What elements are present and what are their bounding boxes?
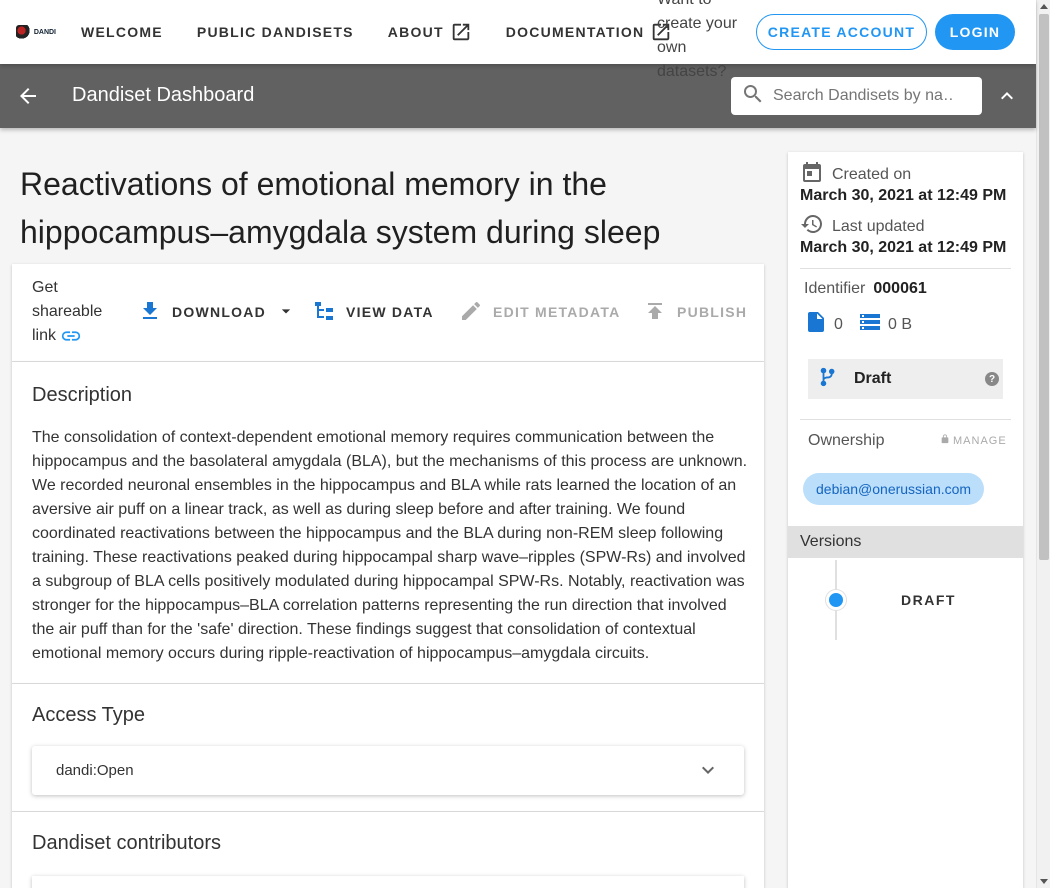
open-in-new-icon [450, 21, 472, 43]
nav-public-dandisets[interactable]: Public Dandisets [180, 24, 371, 40]
updated-date: March 30, 2021 at 12:49 PM [800, 239, 1007, 256]
search-box[interactable] [731, 77, 982, 115]
download-label: DOWNLOAD [172, 304, 266, 320]
search-input[interactable] [773, 87, 953, 105]
manage-label: MANAGE [953, 434, 1007, 447]
contributors-heading: Dandiset contributors [32, 832, 221, 854]
file-count: 0 [804, 310, 843, 339]
calendar-icon [800, 160, 824, 189]
storage-size: 0 B [858, 310, 912, 339]
history-icon [800, 212, 824, 241]
database-icon [858, 310, 882, 339]
access-type-select[interactable]: dandi:Open [32, 746, 744, 795]
versions-header: Versions [788, 526, 1023, 558]
nav-documentation-label: Documentation [505, 24, 645, 40]
back-arrow-icon[interactable] [16, 84, 40, 108]
identifier-value: 000061 [873, 280, 927, 297]
contributors-section: Dandiset contributors [12, 812, 764, 888]
lock-icon [940, 434, 950, 447]
access-type-section: Access Type dandi:Open [12, 684, 764, 812]
created-label: Created on [832, 165, 912, 183]
ownership-label: Ownership [808, 432, 885, 449]
page-title: Dandiset Dashboard [72, 84, 255, 106]
contributors-panel[interactable] [32, 876, 744, 888]
help-icon[interactable]: ? [985, 372, 999, 386]
nav-about-label: About [387, 24, 444, 40]
identifier-row: Identifier 000061 [804, 280, 927, 298]
dandi-logo[interactable]: DANDI [16, 22, 56, 42]
file-tree-icon [312, 299, 336, 326]
dandi-logo-text: DANDI [33, 28, 56, 36]
share-link-button[interactable]: Get shareable link [32, 276, 112, 348]
dashboard-bar: Dandiset Dashboard [0, 64, 1036, 128]
download-icon [138, 299, 162, 326]
search-icon [741, 82, 765, 111]
dandiset-toolbar: Get shareable link DOWNLOAD VIEW DATA ED… [12, 264, 764, 362]
version-status[interactable]: Draft ? [808, 359, 1003, 399]
nav-welcome-label: Welcome [81, 24, 163, 40]
nav-public-dandisets-label: Public Dandisets [196, 24, 354, 40]
file-icon [804, 310, 828, 339]
login-button[interactable]: LOGIN [935, 14, 1015, 50]
identifier-label: Identifier [804, 280, 866, 297]
updated-row: Last updated [800, 212, 925, 241]
view-data-label: VIEW DATA [346, 304, 434, 320]
file-count-value: 0 [834, 315, 843, 333]
edit-metadata-button[interactable]: EDIT METADATA [459, 300, 620, 324]
dandiset-title: Reactivations of emotional memory in the… [20, 166, 661, 250]
branch-icon [818, 366, 840, 393]
create-account-button[interactable]: CREATE ACCOUNT [756, 14, 927, 50]
dandiset-info-panel: Created on March 30, 2021 at 12:49 PM La… [788, 152, 1023, 888]
description-heading: Description [32, 384, 133, 406]
download-button[interactable]: DOWNLOAD [138, 300, 296, 324]
owner-chip[interactable]: debian@onerussian.com [803, 473, 985, 505]
access-type-value: dandi:Open [56, 762, 134, 779]
scroll-up-icon[interactable] [1040, 4, 1048, 9]
divider [800, 419, 1011, 420]
manage-owners-button[interactable]: MANAGE [940, 434, 1007, 447]
chevron-up-icon[interactable] [995, 84, 1019, 108]
scroll-down-icon[interactable] [1040, 879, 1048, 884]
link-icon [60, 327, 82, 344]
description-text: The consolidation of context-dependent e… [32, 429, 748, 662]
view-data-button[interactable]: VIEW DATA [312, 300, 434, 324]
created-row: Created on [800, 160, 911, 189]
version-dot[interactable] [826, 590, 846, 610]
pencil-icon [459, 299, 483, 326]
divider [800, 268, 1011, 269]
scrollbar-thumb[interactable] [1039, 14, 1049, 560]
description-section: Description The consolidation of context… [12, 362, 764, 684]
caret-down-icon [276, 301, 296, 324]
created-date: March 30, 2021 at 12:49 PM [800, 187, 1007, 204]
edit-metadata-label: EDIT METADATA [493, 304, 621, 320]
access-type-heading: Access Type [32, 704, 146, 726]
page-scrollbar[interactable] [1036, 0, 1050, 888]
chevron-down-icon [696, 758, 720, 782]
create-dataset-promo: Want to create your own datasets? [657, 0, 738, 80]
publish-button[interactable]: PUBLISH [643, 300, 747, 324]
main-nav: Welcome Public Dandisets About Documenta… [64, 21, 689, 43]
publish-icon [643, 299, 667, 326]
updated-label: Last updated [832, 217, 925, 235]
nav-about[interactable]: About [371, 21, 489, 43]
version-status-label: Draft [854, 370, 892, 387]
dandi-logo-mark [16, 25, 32, 39]
storage-size-value: 0 B [888, 315, 913, 333]
version-draft[interactable]: DRAFT [901, 592, 956, 608]
top-app-bar: DANDI Welcome Public Dandisets About Doc… [0, 0, 1036, 80]
nav-welcome[interactable]: Welcome [64, 24, 180, 40]
publish-label: PUBLISH [677, 304, 748, 320]
